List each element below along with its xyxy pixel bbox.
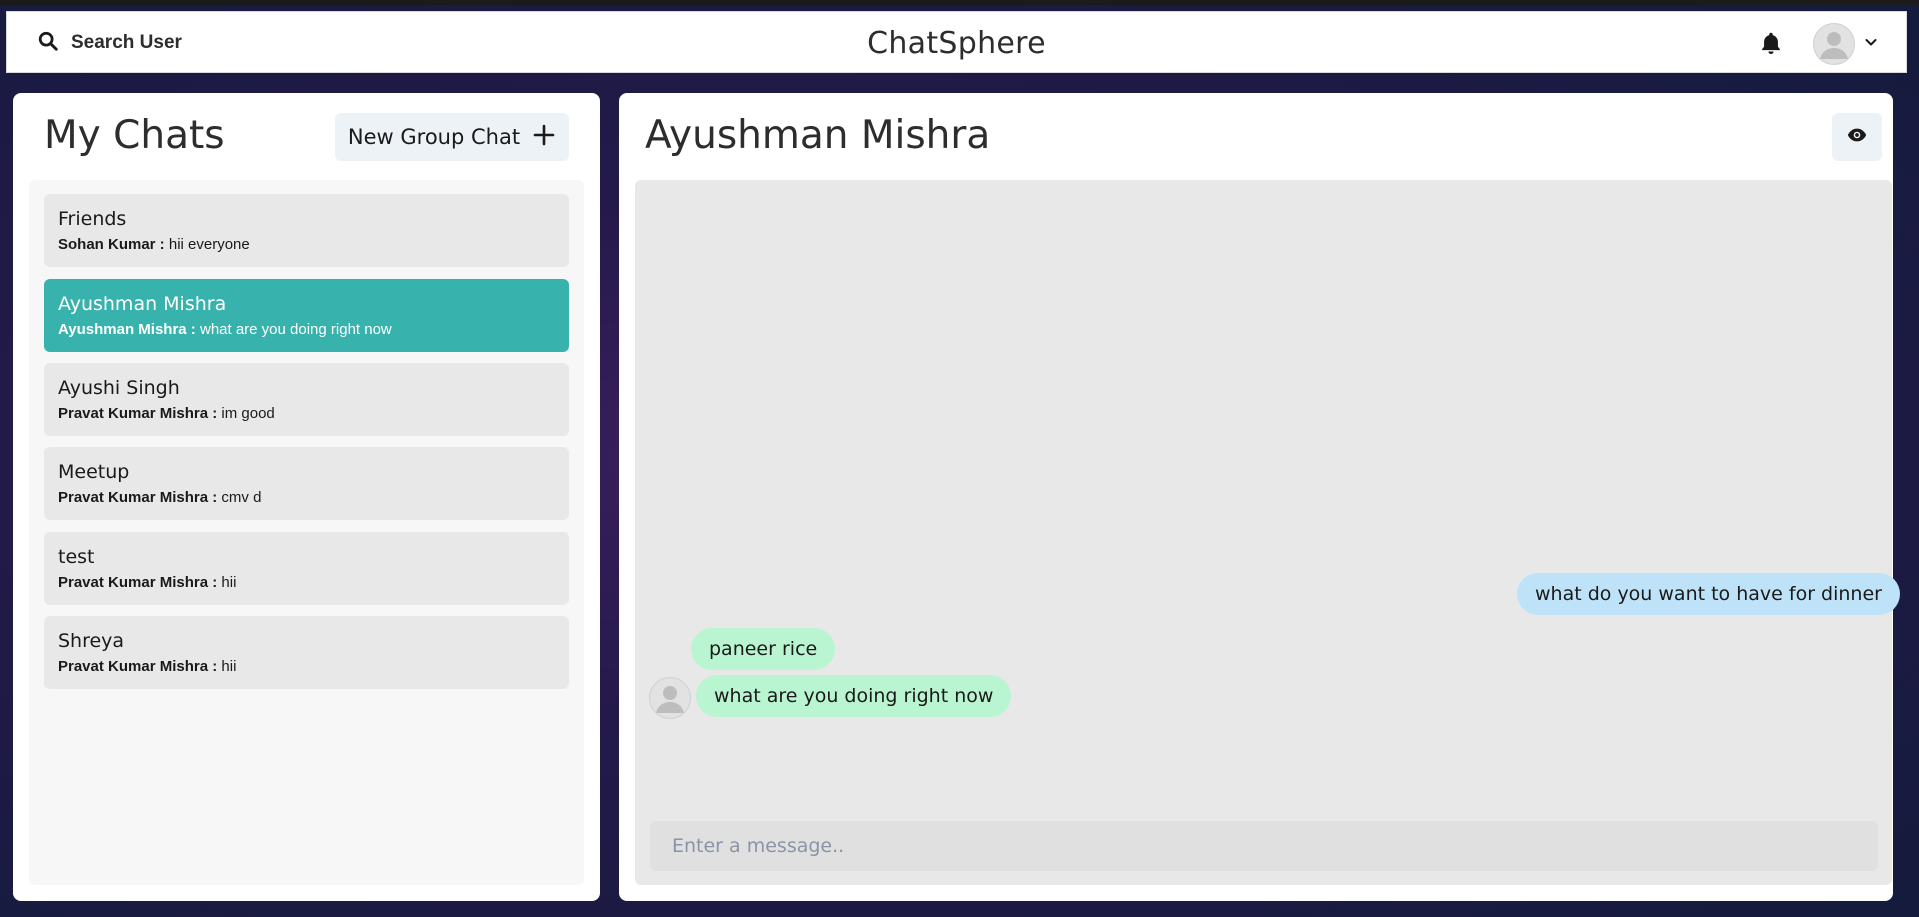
chat-last-sender: Ayushman Mishra : — [58, 321, 196, 338]
chat-last-sender: Pravat Kumar Mishra : — [58, 574, 218, 591]
chat-last-text: hii — [221, 658, 237, 675]
sender-avatar-icon[interactable] — [649, 677, 691, 719]
chat-list-item-shreya[interactable]: Shreya Pravat Kumar Mishra : hii — [44, 616, 569, 689]
chat-list: Friends Sohan Kumar : hii everyone Ayush… — [29, 180, 584, 885]
user-avatar-icon — [1813, 23, 1855, 65]
chat-last-text: cmv d — [221, 489, 262, 506]
chat-list-item-ayushman-mishra[interactable]: Ayushman Mishra Ayushman Mishra : what a… — [44, 279, 569, 352]
chat-last-text: im good — [221, 405, 275, 422]
chat-last-message: Pravat Kumar Mishra : cmv d — [58, 489, 555, 507]
chat-last-message: Pravat Kumar Mishra : hii — [58, 574, 555, 592]
messages-area: what do you want to have for dinner pane… — [635, 180, 1900, 885]
chat-name: Ayushman Mishra — [58, 293, 227, 315]
app-brand-title: ChatSphere — [867, 26, 1046, 61]
message-bubble-sent: what do you want to have for dinner — [1517, 573, 1900, 615]
new-group-chat-button[interactable]: New Group Chat — [335, 113, 569, 161]
top-navbar: Search User ChatSphere — [6, 11, 1907, 73]
chat-name: Friends — [58, 208, 127, 230]
my-chats-title: My Chats — [44, 113, 225, 158]
chat-last-message: Ayushman Mishra : what are you doing rig… — [58, 321, 555, 339]
chat-last-sender: Pravat Kumar Mishra : — [58, 405, 218, 422]
message-bubble-received: what are you doing right now — [696, 675, 1012, 717]
chat-header-title: Ayushman Mishra — [645, 113, 991, 158]
new-group-chat-label: New Group Chat — [347, 125, 521, 149]
chat-last-text: hii everyone — [168, 236, 250, 253]
chat-name: Shreya — [58, 630, 125, 652]
chat-last-message: Pravat Kumar Mishra : im good — [58, 405, 555, 423]
message-input[interactable] — [650, 821, 1878, 871]
chat-last-sender: Pravat Kumar Mishra : — [58, 658, 218, 675]
chat-last-sender: Sohan Kumar : — [58, 236, 165, 253]
chat-window: Ayushman Mishra what do you want to have… — [619, 93, 1900, 901]
view-profile-button[interactable] — [1832, 113, 1882, 161]
chat-name: test — [58, 546, 95, 568]
top-border — [0, 0, 1919, 5]
chat-name: Ayushi Singh — [58, 377, 180, 399]
chat-list-item-test[interactable]: test Pravat Kumar Mishra : hii — [44, 532, 569, 605]
chat-last-sender: Pravat Kumar Mishra : — [58, 489, 218, 506]
message-bubble-received: paneer rice — [691, 628, 836, 670]
chat-last-message: Pravat Kumar Mishra : hii — [58, 658, 555, 676]
my-chats-panel: My Chats New Group Chat Friends Sohan Ku… — [13, 93, 600, 901]
chat-list-item-friends[interactable]: Friends Sohan Kumar : hii everyone — [44, 194, 569, 267]
chat-list-item-ayushi-singh[interactable]: Ayushi Singh Pravat Kumar Mishra : im go… — [44, 363, 569, 436]
chat-last-message: Sohan Kumar : hii everyone — [58, 236, 555, 254]
chat-name: Meetup — [58, 461, 130, 483]
chat-last-text: what are you doing right now — [199, 321, 392, 338]
plus-icon — [532, 123, 556, 152]
bell-icon[interactable] — [1758, 30, 1784, 56]
eye-icon — [1846, 124, 1868, 151]
chat-list-item-meetup[interactable]: Meetup Pravat Kumar Mishra : cmv d — [44, 447, 569, 520]
chevron-down-icon — [1863, 34, 1879, 55]
chat-last-text: hii — [221, 574, 237, 591]
profile-menu-button[interactable] — [1813, 23, 1879, 65]
